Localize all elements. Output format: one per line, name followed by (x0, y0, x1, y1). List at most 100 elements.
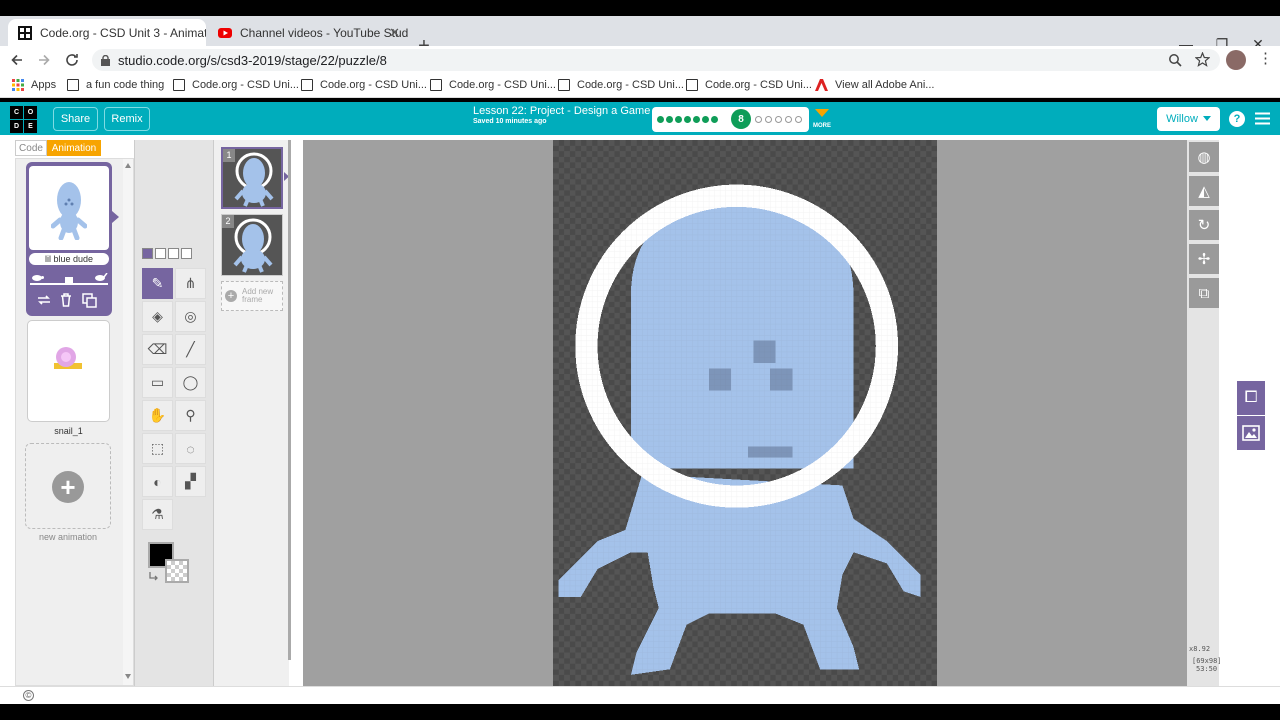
apps-grid-icon (12, 79, 24, 91)
mirror-pen-icon: ⋔ (184, 275, 197, 291)
animation-item[interactable] (27, 320, 110, 422)
zoom-icon[interactable] (1168, 53, 1182, 67)
duplicate-icon[interactable] (82, 293, 97, 308)
codeorg-favicon-icon (173, 79, 185, 91)
share-button[interactable]: Share (53, 107, 98, 131)
dithering-tool[interactable]: ▞ (175, 466, 206, 497)
level-dot[interactable] (775, 116, 782, 123)
rotate-button[interactable]: ↻ (1189, 210, 1219, 240)
tab-close-icon[interactable]: ✕ (389, 25, 400, 41)
level-dot[interactable] (785, 116, 792, 123)
frames-scrollbar[interactable] (288, 140, 291, 660)
rectangle-tool[interactable]: ▭ (142, 367, 173, 398)
crop-button[interactable]: ⧉ (1189, 278, 1219, 308)
level-dot[interactable] (795, 116, 802, 123)
level-dot[interactable] (666, 116, 673, 123)
level-dot[interactable] (675, 116, 682, 123)
tab-codeorg[interactable]: Code.org - CSD Unit 3 - Animatio (8, 19, 206, 46)
more-levels-button[interactable]: MORE (812, 106, 832, 129)
level-dot[interactable] (702, 116, 709, 123)
tab-code[interactable]: Code (15, 140, 47, 156)
lighten-tool[interactable]: ◐ (142, 466, 173, 497)
color-swap-tool[interactable]: ◎ (175, 301, 206, 332)
bookmark-item[interactable]: Code.org - CSD Uni... (430, 79, 556, 91)
rectangle-icon: ▭ (150, 374, 165, 390)
secondary-color-swatch[interactable] (165, 559, 189, 583)
forward-arrow-icon[interactable] (37, 53, 51, 67)
level-dot[interactable] (693, 116, 700, 123)
circle-icon: ◯ (182, 374, 199, 390)
move-tool[interactable]: ✋ (142, 400, 173, 431)
resize-panel-button[interactable]: ⧠ (1237, 381, 1265, 415)
pen-size-3[interactable] (168, 248, 179, 259)
pen-size-1[interactable] (142, 248, 153, 259)
add-frame-button[interactable]: + Add new frame (221, 281, 283, 311)
pen-size-4[interactable] (181, 248, 192, 259)
tab-youtube-studio[interactable]: Channel videos - YouTube Studio ✕ (208, 19, 408, 46)
paint-bucket-tool[interactable]: ◈ (142, 301, 173, 332)
frame-thumbnail-selected[interactable]: 1 (221, 147, 283, 209)
level-dot[interactable] (657, 116, 664, 123)
circle-tool[interactable]: ◯ (175, 367, 206, 398)
turtle-icon (32, 275, 44, 281)
current-level-bubble[interactable]: 8 (731, 109, 751, 129)
frame-thumbnail[interactable]: 2 (221, 214, 283, 276)
bookmark-item[interactable]: Code.org - CSD Uni... (558, 79, 684, 91)
back-arrow-icon[interactable] (10, 53, 24, 67)
onion-icon: ◍ (1197, 149, 1211, 166)
bookmark-item[interactable]: View all Adobe Ani... (815, 79, 934, 91)
animation-name[interactable]: lil blue dude (29, 253, 109, 265)
onion-skin-button[interactable]: ◍ (1189, 142, 1219, 172)
rect-select-tool[interactable]: ⬚ (142, 433, 173, 464)
scroll-down-icon[interactable] (125, 674, 131, 679)
frame-speed-slider[interactable] (30, 272, 108, 286)
pen-size-2[interactable] (155, 248, 166, 259)
rotate-icon: ↻ (1197, 217, 1211, 234)
codeorg-logo[interactable]: C O D E (10, 106, 37, 133)
center-button[interactable]: ✢ (1189, 244, 1219, 274)
scroll-up-icon[interactable] (125, 163, 131, 168)
progress-bubbles: 8 (652, 107, 809, 132)
lasso-select-tool[interactable]: ◌ (175, 433, 206, 464)
level-dot[interactable] (765, 116, 772, 123)
slider-thumb[interactable] (65, 277, 73, 285)
animation-item-selected[interactable]: lil blue dude (26, 162, 112, 316)
browser-menu-icon[interactable]: ⋮ (1258, 50, 1273, 68)
level-dot[interactable] (755, 116, 762, 123)
profile-avatar[interactable] (1226, 50, 1246, 70)
copyright-icon[interactable]: © (23, 690, 34, 701)
new-animation-button[interactable]: + (25, 443, 111, 529)
bookmark-apps[interactable]: Apps (12, 79, 56, 91)
remix-button[interactable]: Remix (104, 107, 150, 131)
bookmark-star-icon[interactable] (1195, 52, 1210, 67)
flip-button[interactable]: ◭ (1189, 176, 1219, 206)
crop-icon: ⧉ (1198, 284, 1210, 302)
eyedropper-tool[interactable]: ⚗ (142, 499, 173, 530)
pen-tool[interactable]: ✎ (142, 268, 173, 299)
user-menu-button[interactable]: Willow (1157, 107, 1220, 131)
shape-select-tool[interactable]: ⚲ (175, 400, 206, 431)
hamburger-menu-icon[interactable] (1255, 112, 1270, 125)
bookmark-item[interactable]: Code.org - CSD Uni... (686, 79, 812, 91)
rabbit-icon (95, 273, 108, 281)
loop-icon[interactable] (37, 294, 51, 306)
list-scrollbar[interactable] (123, 159, 133, 685)
help-button[interactable]: ? (1229, 111, 1245, 127)
stroke-tool[interactable]: ╱ (175, 334, 206, 365)
swap-colors-icon[interactable] (148, 571, 159, 582)
mirror-pen-tool[interactable]: ⋔ (175, 268, 206, 299)
bookmark-item[interactable]: Code.org - CSD Uni... (301, 79, 427, 91)
eraser-tool[interactable]: ⌫ (142, 334, 173, 365)
level-dot[interactable] (711, 116, 718, 123)
eraser-icon: ⌫ (147, 341, 168, 357)
level-dot[interactable] (684, 116, 691, 123)
trash-icon[interactable] (60, 293, 72, 307)
lesson-title[interactable]: Lesson 22: Project - Design a Game (473, 105, 650, 117)
reload-icon[interactable] (64, 52, 80, 68)
bookmark-item[interactable]: a fun code thing (67, 79, 164, 91)
bookmark-item[interactable]: Code.org - CSD Uni... (173, 79, 299, 91)
import-image-button[interactable] (1237, 416, 1265, 450)
address-field[interactable]: studio.code.org/s/csd3-2019/stage/22/puz… (92, 49, 1220, 71)
pixel-sprite-canvas[interactable] (553, 140, 937, 686)
tab-animation[interactable]: Animation (47, 140, 101, 156)
